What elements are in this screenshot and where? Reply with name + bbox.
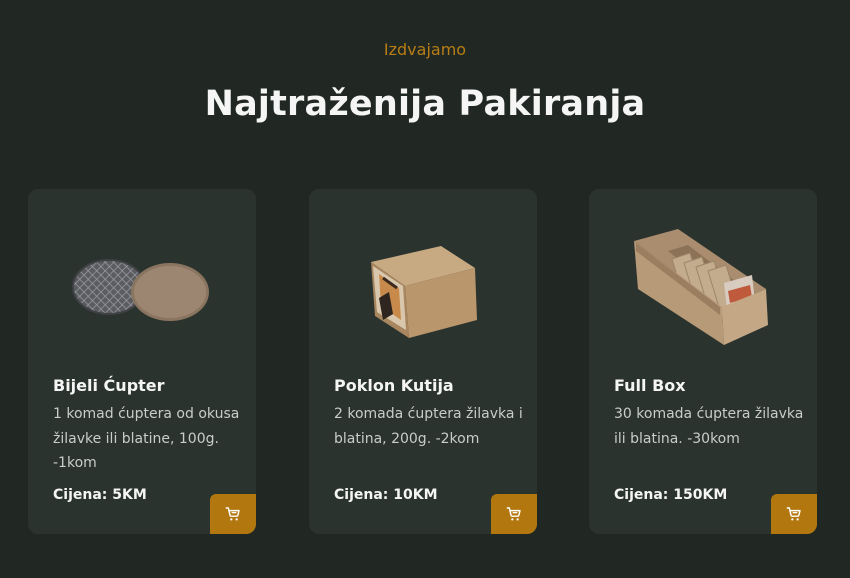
open-box-image	[634, 228, 768, 345]
product-price: Cijena: 150KM	[614, 487, 728, 503]
add-to-cart-button[interactable]	[491, 494, 537, 534]
product-description: 2 komada ćuptera žilavka i blatina, 200g…	[334, 406, 523, 447]
product-price: Cijena: 10KM	[334, 487, 438, 503]
section-title: Najtraženija Pakiranja	[204, 84, 646, 124]
product-description: 1 komad ćuptera od okusa žilavke ili bla…	[53, 406, 240, 471]
product-price: Cijena: 5KM	[53, 487, 147, 503]
gift-box-image	[371, 246, 477, 338]
product-image	[48, 219, 236, 359]
product-image	[329, 219, 517, 359]
cart-icon	[786, 507, 801, 521]
product-name: Bijeli Ćupter	[53, 376, 165, 395]
product-image	[609, 219, 797, 359]
product-name: Full Box	[614, 376, 686, 395]
round-wafers-image	[72, 259, 209, 321]
add-to-cart-button[interactable]	[771, 494, 817, 534]
cart-icon	[506, 507, 521, 521]
product-card: Poklon Kutija 2 komada ćuptera žilavka i…	[309, 189, 537, 534]
product-card: Full Box 30 komada ćuptera žilavka ili b…	[589, 189, 817, 534]
product-description: 30 komada ćuptera žilavka ili blatina. -…	[614, 406, 804, 447]
cart-icon	[225, 507, 240, 521]
add-to-cart-button[interactable]	[210, 494, 256, 534]
product-card: Bijeli Ćupter 1 komad ćuptera od okusa ž…	[28, 189, 256, 534]
product-name: Poklon Kutija	[334, 376, 454, 395]
section-eyebrow: Izdvajamo	[383, 40, 467, 59]
